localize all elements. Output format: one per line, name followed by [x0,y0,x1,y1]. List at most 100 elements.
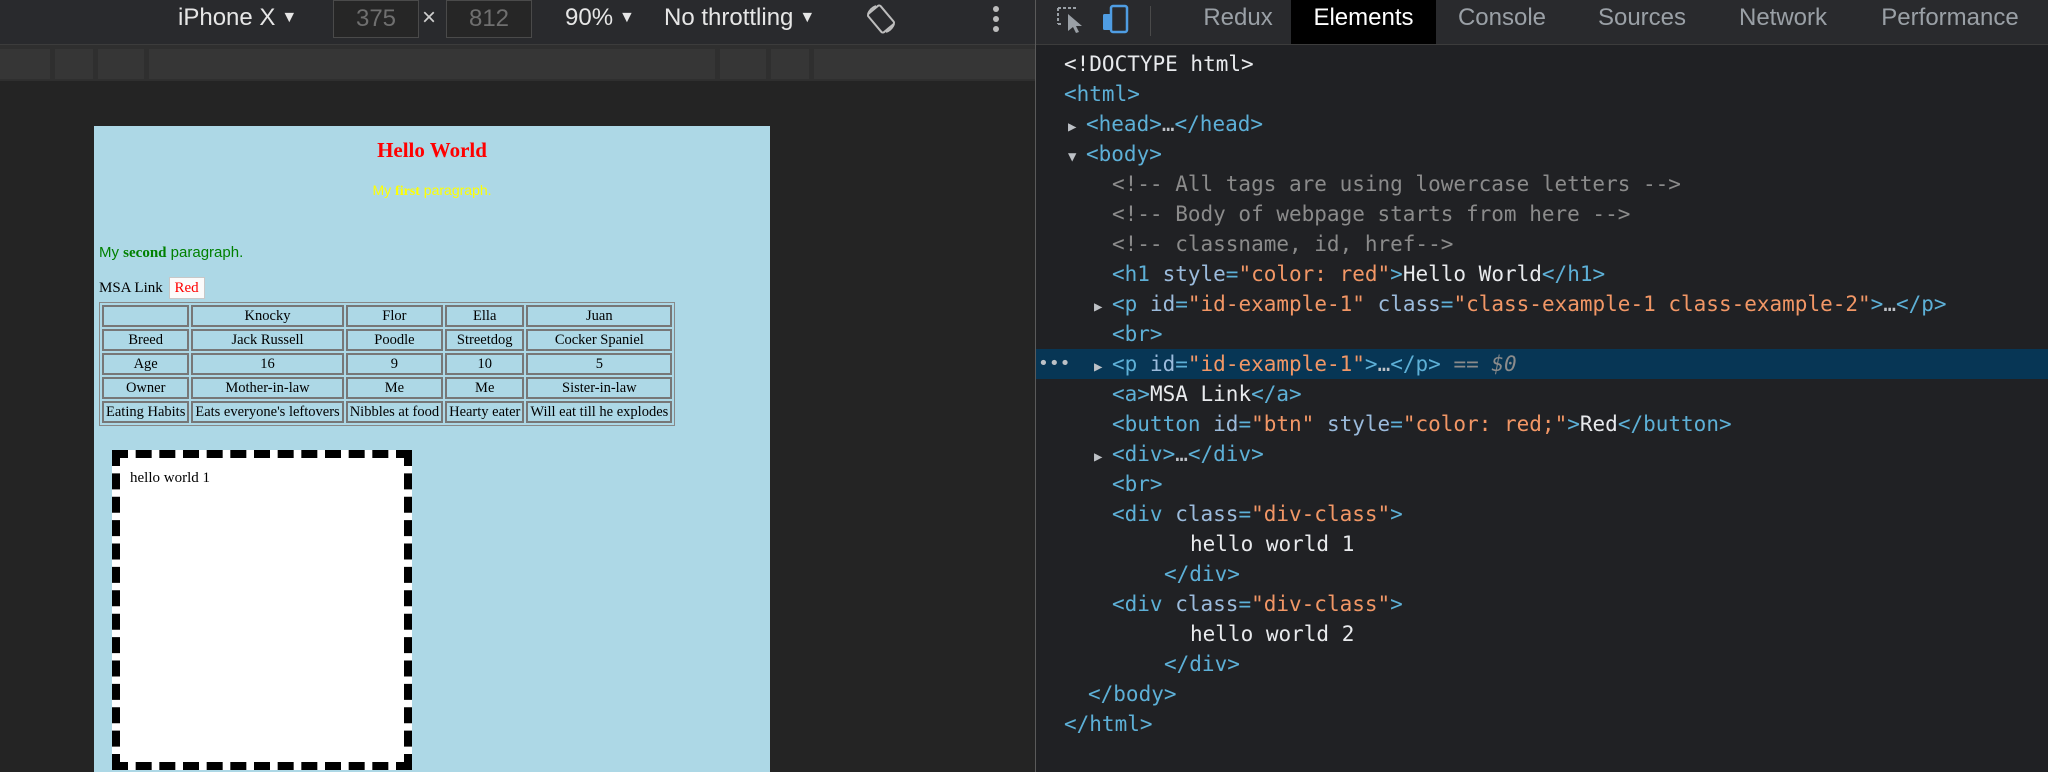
table-cell: 10 [445,353,525,375]
media-query-segment[interactable] [0,49,50,79]
selected-marker: == $0 [1453,352,1517,376]
table-cell: Flor [345,305,444,327]
dom-comment[interactable]: <!-- Body of webpage starts from here --… [1036,199,2048,229]
table-cell: Knocky [191,305,344,327]
more-vertical-icon[interactable] [986,4,1006,34]
dom-node-p-1[interactable]: ▶ <p id="id-example-1" class="class-examp… [1036,289,2048,319]
dom-comment[interactable]: <!-- All tags are using lowercase letter… [1036,169,2048,199]
dom-close-div[interactable]: </div> [1036,559,2048,589]
media-query-segment[interactable] [720,49,766,79]
html-close-tag: </html> [1064,712,1153,736]
dom-node-div-collapsed[interactable]: ▶ <div>…</div> [1036,439,2048,469]
a-text: MSA Link [1149,382,1252,406]
zoom-value: 90% [565,4,614,31]
table-cell: Eats everyone's leftovers [191,401,344,423]
dom-close-body[interactable]: </body> [1036,679,2048,709]
rotate-icon[interactable] [864,2,898,36]
media-query-segment[interactable] [771,49,809,79]
tab-elements[interactable]: Elements [1291,0,1436,44]
html-open-tag: <html> [1064,82,1140,106]
device-toggle-icon[interactable] [1100,4,1134,34]
table-cell: Nibbles at food [345,401,444,423]
dom-comment[interactable]: <!-- classname, id, href--> [1036,229,2048,259]
dashed-div: hello world 1 [112,450,412,770]
expand-arrow-icon[interactable]: ▶ [1094,292,1112,322]
tab-redux[interactable]: Redux [1184,0,1292,44]
attr-name: class [1377,292,1441,316]
tab-console[interactable]: Console [1436,0,1568,44]
page-viewport: Hello World My first paragraph. My secon… [94,126,770,772]
device-pane: iPhone X ▼ 375 × 812 90% ▼ No throttling ▼ … [0,0,1035,772]
attr-value: "color: red" [1238,262,1391,286]
red-button[interactable]: Red [168,277,205,299]
p1-text-post: paragraph. [419,182,492,198]
dom-node-doctype[interactable]: <!DOCTYPE html> [1036,49,2048,79]
attr-name: id [1149,352,1176,376]
table-cell: Age [102,353,190,375]
table-row: Knocky Flor Ella Juan [102,305,673,327]
media-query-segment[interactable] [149,49,715,79]
dom-text-node[interactable]: hello world 2 [1036,619,2048,649]
table-cell: Jack Russell [191,329,344,351]
expand-arrow-icon[interactable]: ▶ [1094,442,1112,472]
zoom-select[interactable]: 90% ▼ [565,0,635,36]
attr-name: style [1326,412,1391,436]
table-cell: Poodle [345,329,444,351]
expand-arrow-icon[interactable]: ▶ [1094,352,1112,382]
devtools-tabbar: Redux Elements Console Sources Network P… [1036,0,2048,45]
more-actions-icon[interactable]: ••• [1038,349,1071,379]
attr-name: id [1149,292,1176,316]
tab-performance[interactable]: Performance [1856,0,2044,44]
width-input[interactable]: 375 [333,0,419,38]
dom-node-button[interactable]: <button id="btn" style="color: red;">Red… [1036,409,2048,439]
dom-tree: <!DOCTYPE html> <html> ▶ <head>…</head> ▼… [1036,44,2048,772]
dom-node-a[interactable]: <a>MSA Link</a> [1036,379,2048,409]
media-query-segment[interactable] [55,49,93,79]
table-cell: Me [345,377,444,399]
h1-text: Hello World [1402,262,1542,286]
media-query-segment[interactable] [814,49,1035,79]
first-paragraph: My first paragraph. [94,182,770,200]
doctype-text: <!DOCTYPE html> [1064,52,1254,76]
device-toolbar: iPhone X ▼ 375 × 812 90% ▼ No throttling ▼ [0,0,1035,45]
attr-name: style [1162,262,1226,286]
tab-sources[interactable]: Sources [1576,0,1708,44]
attr-name: id [1213,412,1239,436]
device-select[interactable]: iPhone X ▼ [178,0,297,36]
table-row: Eating Habits Eats everyone's leftovers Ni… [102,401,673,423]
table-cell: Ella [445,305,525,327]
dom-node-h1[interactable]: <h1 style="color: red">Hello World</h1> [1036,259,2048,289]
attr-value: "btn" [1251,412,1315,436]
head-open-tag: <head> [1086,112,1162,136]
expand-arrow-icon[interactable]: ▶ [1068,112,1086,142]
device-name: iPhone X [178,4,276,31]
dom-node-html[interactable]: <html> [1036,79,2048,109]
height-input[interactable]: 812 [446,0,532,38]
tab-network[interactable]: Network [1718,0,1848,44]
inspect-element-icon[interactable] [1054,4,1088,34]
table-cell: Sister-in-law [526,377,673,399]
table-row: Age 16 9 10 5 [102,353,673,375]
throttle-select[interactable]: No throttling ▼ [664,0,815,36]
collapse-arrow-icon[interactable]: ▼ [1068,142,1086,172]
dom-text-node[interactable]: hello world 1 [1036,529,2048,559]
msa-link[interactable]: MSA Link [99,280,163,296]
table-cell: Will eat till he explodes [526,401,673,423]
dom-node-div-class-2[interactable]: <div class="div-class"> [1036,589,2048,619]
dom-node-div-class-1[interactable]: <div class="div-class"> [1036,499,2048,529]
attr-name: class [1175,502,1239,526]
dom-node-head[interactable]: ▶ <head>…</head> [1036,109,2048,139]
dom-close-div[interactable]: </div> [1036,649,2048,679]
table-row: Breed Jack Russell Poodle Streetdog Cocker S… [102,329,673,351]
link-row: MSA Link Red [99,277,205,299]
dom-node-body[interactable]: ▼ <body> [1036,139,2048,169]
attr-value: "id-example-1" [1187,352,1365,376]
attr-value: "div-class" [1251,502,1391,526]
dom-node-br[interactable]: <br> [1036,469,2048,499]
media-query-segment[interactable] [98,49,144,79]
dom-close-html[interactable]: </html> [1036,709,2048,739]
attr-name: class [1175,592,1239,616]
p2-bold: second [123,245,167,261]
dom-node-p-2-selected[interactable]: ••• ▶ <p id="id-example-1">…</p> == $0 [1036,349,2048,379]
dom-node-br[interactable]: <br> [1036,319,2048,349]
